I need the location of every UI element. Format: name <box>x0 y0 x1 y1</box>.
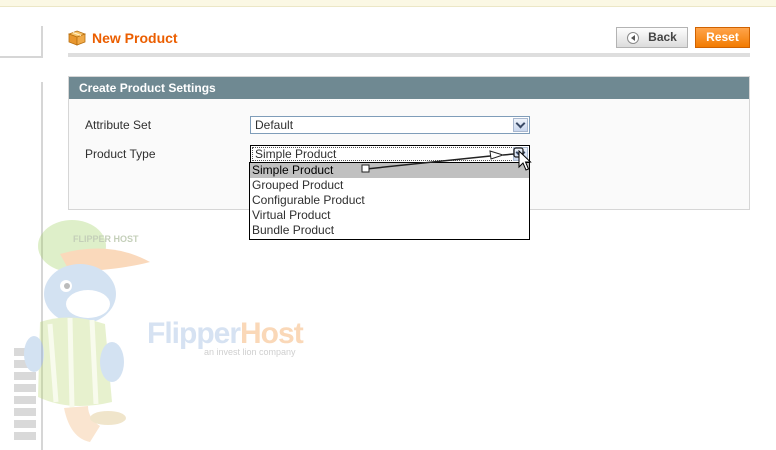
logo-tagline: an invest lion company <box>204 347 296 357</box>
logo-word-flipper: Flipper <box>147 317 241 350</box>
flipperhost-logo-watermark: FlipperHost an invest lion company <box>147 317 304 358</box>
product-box-icon <box>68 30 86 46</box>
attribute-set-label: Attribute Set <box>85 118 152 132</box>
option-configurable-product[interactable]: Configurable Product <box>250 193 529 208</box>
top-notice-strip <box>0 0 776 7</box>
option-bundle-product[interactable]: Bundle Product <box>250 223 529 238</box>
mouse-pointer-icon <box>518 150 532 171</box>
option-grouped-product[interactable]: Grouped Product <box>250 178 529 193</box>
cap-text: FLIPPER HOST <box>73 234 139 244</box>
back-arrow-icon <box>627 31 640 44</box>
title-divider <box>68 53 750 57</box>
option-simple-product[interactable]: Simple Product <box>250 163 529 178</box>
back-button-label: Back <box>648 30 677 44</box>
product-type-value: Simple Product <box>255 147 337 161</box>
attribute-set-value: Default <box>255 118 294 132</box>
product-type-dropdown-list[interactable]: Simple Product Grouped Product Configura… <box>249 162 530 240</box>
logo-word-host: Host <box>240 317 304 350</box>
reset-button[interactable]: Reset <box>695 27 750 48</box>
page-title-text: New Product <box>92 30 178 46</box>
chevron-down-icon[interactable] <box>513 118 528 132</box>
product-type-label: Product Type <box>85 147 156 161</box>
page-title: New Product <box>68 30 178 46</box>
option-virtual-product[interactable]: Virtual Product <box>250 208 529 223</box>
product-type-select[interactable]: Simple Product <box>250 145 530 163</box>
section-header: Create Product Settings <box>69 77 749 99</box>
reset-button-label: Reset <box>706 30 739 44</box>
side-panel-edge <box>0 26 43 58</box>
back-button[interactable]: Back <box>616 27 688 48</box>
attribute-set-select[interactable]: Default <box>250 116 530 134</box>
